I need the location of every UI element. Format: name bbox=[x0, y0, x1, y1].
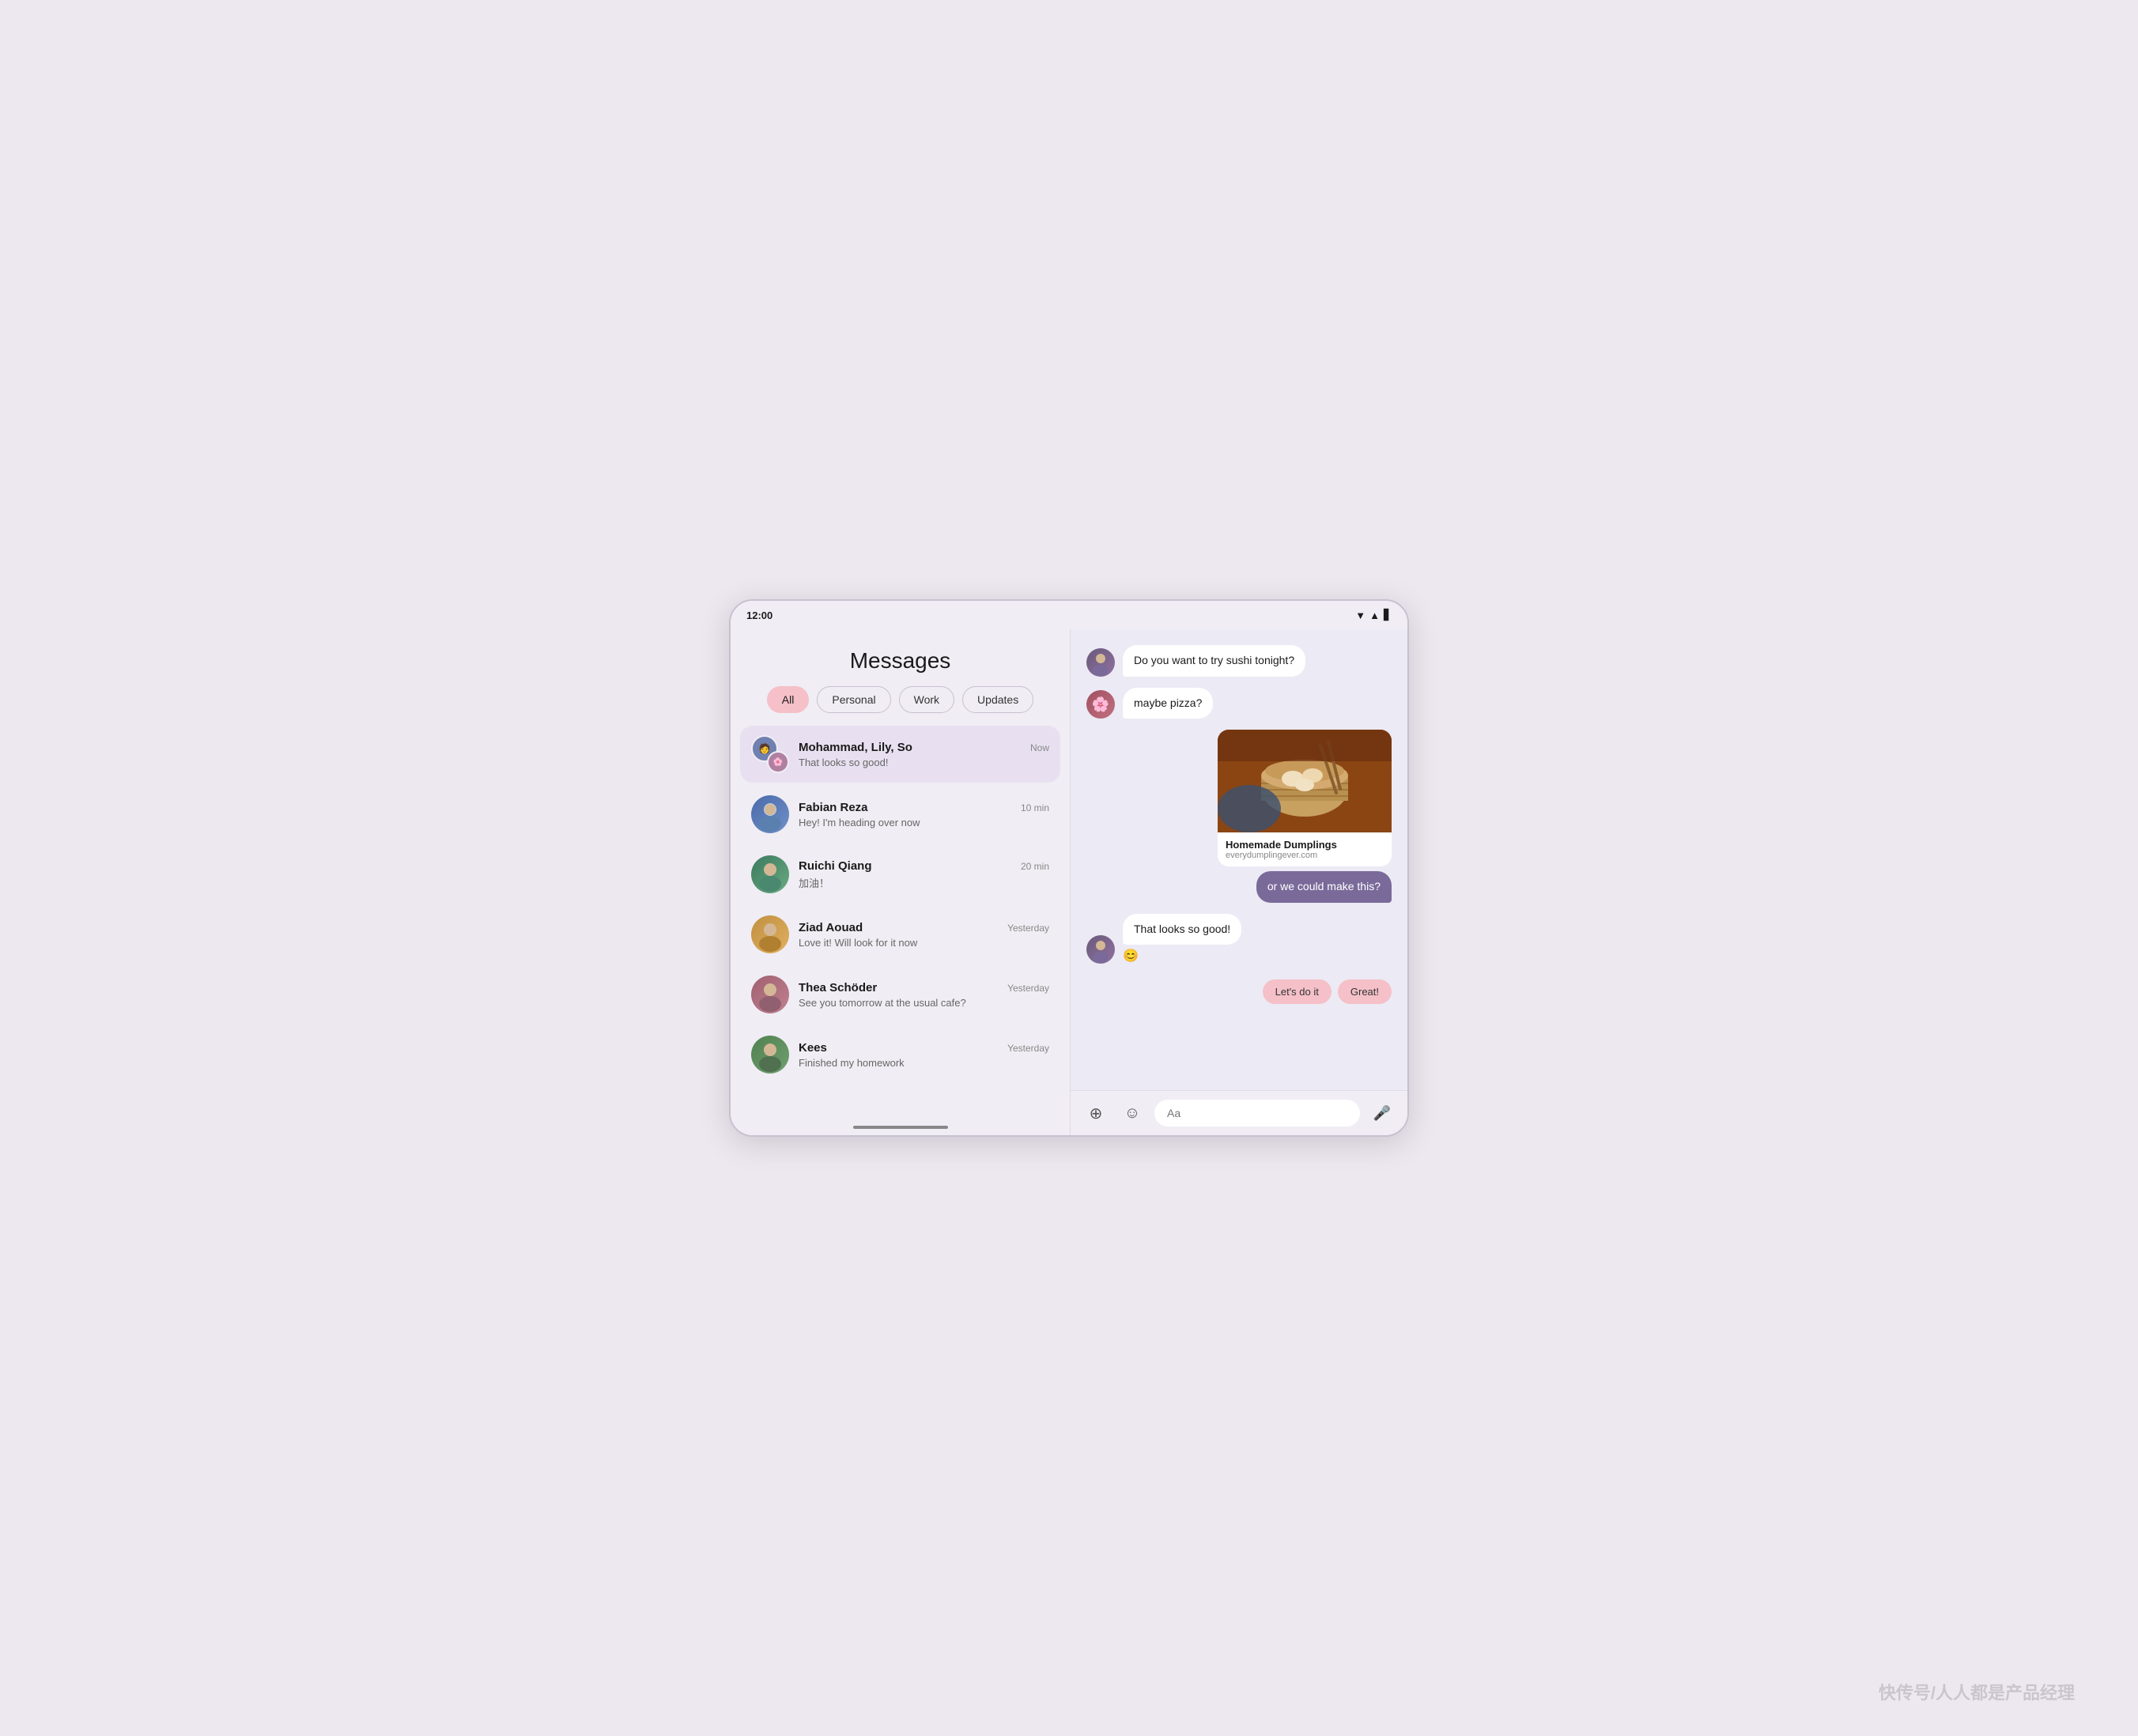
list-item[interactable]: Ziad Aouad Yesterday Love it! Will look … bbox=[740, 906, 1060, 963]
status-icons: ▼ ▲ ▋ bbox=[1355, 609, 1392, 621]
link-card-title: Homemade Dumplings bbox=[1226, 839, 1384, 851]
avatar-group: 🧑 🌸 bbox=[751, 735, 789, 773]
home-bar bbox=[853, 1126, 948, 1129]
conversation-list: 🧑 🌸 Mohammad, Lily, So Now That looks so… bbox=[731, 726, 1070, 1119]
message-row: Do you want to try sushi tonight? bbox=[1086, 645, 1392, 677]
quick-replies: Let's do it Great! bbox=[1086, 979, 1392, 1004]
avatar bbox=[1086, 648, 1115, 677]
chat-bubble: That looks so good! bbox=[1123, 914, 1241, 945]
chat-bubble: maybe pizza? bbox=[1123, 688, 1213, 719]
filter-all[interactable]: All bbox=[767, 686, 810, 713]
avatar bbox=[751, 915, 789, 953]
conv-header: Fabian Reza 10 min bbox=[799, 801, 1049, 814]
home-indicator bbox=[731, 1119, 1070, 1135]
avatar: 🌸 bbox=[767, 751, 789, 773]
chat-bubble: Do you want to try sushi tonight? bbox=[1123, 645, 1305, 677]
page-title: Messages bbox=[731, 629, 1070, 686]
main-content: Messages All Personal Work Updates 🧑 🌸 bbox=[731, 629, 1407, 1135]
avatar bbox=[751, 1036, 789, 1074]
conv-preview: 加油！ bbox=[799, 875, 1049, 890]
message-row: 🌸 maybe pizza? bbox=[1086, 688, 1392, 719]
avatar bbox=[751, 855, 789, 893]
conv-name: Ziad Aouad bbox=[799, 921, 863, 934]
link-card-url: everydumplingever.com bbox=[1226, 851, 1384, 860]
conv-header: Kees Yesterday bbox=[799, 1041, 1049, 1055]
message-with-reaction: That looks so good! 😊 bbox=[1086, 914, 1392, 964]
device-frame: 12:00 ▼ ▲ ▋ Messages All Personal Work U… bbox=[729, 599, 1409, 1137]
link-card[interactable]: Homemade Dumplings everydumplingever.com bbox=[1218, 730, 1392, 866]
battery-icon: ▋ bbox=[1384, 609, 1392, 621]
link-card-image bbox=[1218, 730, 1392, 832]
left-panel: Messages All Personal Work Updates 🧑 🌸 bbox=[731, 629, 1071, 1135]
signal-icon: ▲ bbox=[1369, 609, 1380, 621]
filter-tabs: All Personal Work Updates bbox=[731, 686, 1070, 726]
chat-input-bar: ⊕ ☺ 🎤 bbox=[1071, 1090, 1407, 1135]
avatar bbox=[1086, 935, 1115, 964]
filter-personal[interactable]: Personal bbox=[817, 686, 890, 713]
status-bar: 12:00 ▼ ▲ ▋ bbox=[731, 601, 1407, 629]
conv-name: Ruichi Qiang bbox=[799, 859, 872, 873]
chat-bubble: or we could make this? bbox=[1256, 871, 1392, 903]
reaction-emoji: 😊 bbox=[1123, 948, 1241, 964]
list-item[interactable]: Kees Yesterday Finished my homework bbox=[740, 1026, 1060, 1083]
conv-header: Ruichi Qiang 20 min bbox=[799, 859, 1049, 873]
conv-time: 20 min bbox=[1021, 861, 1049, 872]
outgoing-card-group: Homemade Dumplings everydumplingever.com… bbox=[1086, 730, 1392, 903]
watermark: 快传号/人人都是产品经理 bbox=[1879, 1679, 2075, 1704]
conv-info: Ruichi Qiang 20 min 加油！ bbox=[799, 859, 1049, 890]
conv-name: Mohammad, Lily, So bbox=[799, 741, 912, 754]
conv-preview: Finished my homework bbox=[799, 1057, 1049, 1069]
list-item[interactable]: Ruichi Qiang 20 min 加油！ bbox=[740, 846, 1060, 903]
emoji-button[interactable]: ☺ bbox=[1118, 1099, 1146, 1127]
avatar bbox=[751, 976, 789, 1013]
conv-preview: See you tomorrow at the usual cafe? bbox=[799, 997, 1049, 1009]
list-item[interactable]: 🧑 🌸 Mohammad, Lily, So Now That looks so… bbox=[740, 726, 1060, 783]
message-row: That looks so good! 😊 bbox=[1086, 914, 1392, 964]
mic-button[interactable]: 🎤 bbox=[1368, 1099, 1396, 1127]
conv-time: Now bbox=[1030, 742, 1049, 753]
conv-info: Fabian Reza 10 min Hey! I'm heading over… bbox=[799, 801, 1049, 828]
conv-info: Mohammad, Lily, So Now That looks so goo… bbox=[799, 741, 1049, 768]
filter-work[interactable]: Work bbox=[899, 686, 954, 713]
conv-name: Fabian Reza bbox=[799, 801, 868, 814]
chat-messages: Do you want to try sushi tonight? 🌸 mayb… bbox=[1071, 629, 1407, 1090]
conv-header: Mohammad, Lily, So Now bbox=[799, 741, 1049, 754]
conv-info: Kees Yesterday Finished my homework bbox=[799, 1041, 1049, 1069]
conv-name: Kees bbox=[799, 1041, 827, 1055]
avatar bbox=[751, 795, 789, 833]
add-button[interactable]: ⊕ bbox=[1082, 1099, 1110, 1127]
conv-time: 10 min bbox=[1021, 802, 1049, 813]
conv-time: Yesterday bbox=[1007, 1043, 1049, 1054]
right-panel: Do you want to try sushi tonight? 🌸 mayb… bbox=[1071, 629, 1407, 1135]
conv-time: Yesterday bbox=[1007, 923, 1049, 934]
conv-preview: Hey! I'm heading over now bbox=[799, 817, 1049, 828]
list-item[interactable]: Thea Schöder Yesterday See you tomorrow … bbox=[740, 966, 1060, 1023]
conv-info: Ziad Aouad Yesterday Love it! Will look … bbox=[799, 921, 1049, 949]
conv-preview: That looks so good! bbox=[799, 757, 1049, 768]
message-input[interactable] bbox=[1154, 1100, 1360, 1127]
link-card-info: Homemade Dumplings everydumplingever.com bbox=[1218, 832, 1392, 866]
conv-info: Thea Schöder Yesterday See you tomorrow … bbox=[799, 981, 1049, 1009]
status-time: 12:00 bbox=[746, 609, 772, 621]
conv-time: Yesterday bbox=[1007, 983, 1049, 994]
conv-header: Thea Schöder Yesterday bbox=[799, 981, 1049, 994]
filter-updates[interactable]: Updates bbox=[962, 686, 1033, 713]
wifi-icon: ▼ bbox=[1355, 609, 1366, 621]
conv-preview: Love it! Will look for it now bbox=[799, 937, 1049, 949]
quick-reply-great[interactable]: Great! bbox=[1338, 979, 1392, 1004]
conv-header: Ziad Aouad Yesterday bbox=[799, 921, 1049, 934]
quick-reply-lets-do-it[interactable]: Let's do it bbox=[1263, 979, 1332, 1004]
avatar: 🌸 bbox=[1086, 690, 1115, 719]
list-item[interactable]: Fabian Reza 10 min Hey! I'm heading over… bbox=[740, 786, 1060, 843]
conv-name: Thea Schöder bbox=[799, 981, 877, 994]
